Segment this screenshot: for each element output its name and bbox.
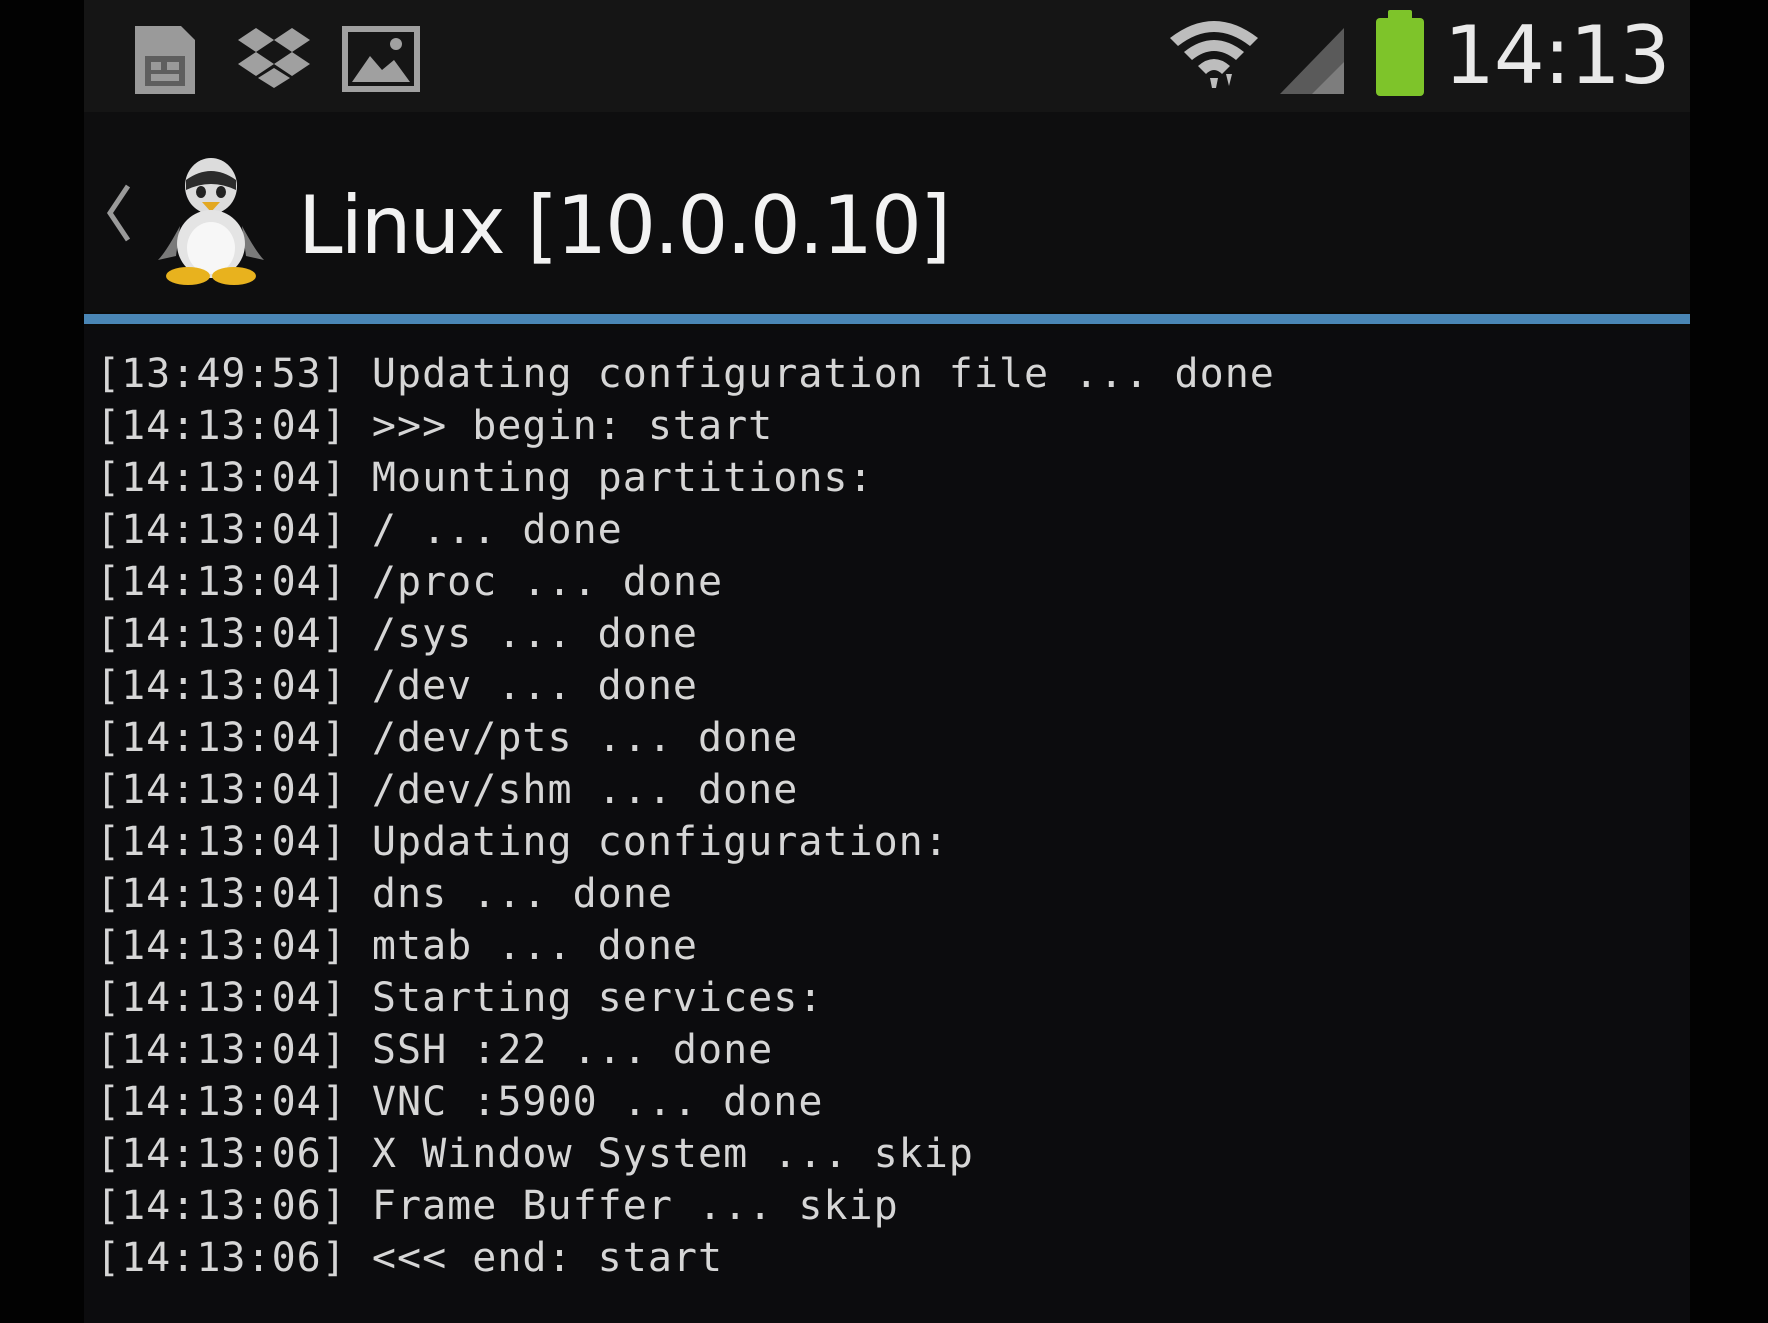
log-time: [14:13:04]	[96, 559, 347, 605]
log-line: [14:13:04] /dev/shm ... done	[96, 764, 1275, 816]
log-time: [14:13:04]	[96, 1079, 347, 1125]
tux-penguin-icon	[158, 158, 264, 285]
log-time: [14:13:04]	[96, 871, 347, 917]
dropbox-icon	[238, 28, 310, 88]
sim-card-icon	[135, 26, 195, 94]
log-message: Mounting partitions:	[371, 455, 874, 501]
log-time: [14:13:06]	[96, 1183, 347, 1229]
back-chevron-icon[interactable]	[102, 182, 132, 244]
log-line: [14:13:04] / ... done	[96, 504, 1275, 556]
log-time: [14:13:06]	[96, 1131, 347, 1177]
log-message: SSH :22 ... done	[371, 1027, 774, 1073]
status-bar: 14:13	[84, 0, 1690, 112]
log-message: VNC :5900 ... done	[371, 1079, 824, 1125]
log-line: [13:49:53] Updating configuration file .…	[96, 348, 1275, 400]
log-time: [14:13:04]	[96, 923, 347, 969]
log-time: [14:13:04]	[96, 507, 347, 553]
log-line: [14:13:04] mtab ... done	[96, 920, 1275, 972]
log-line: [14:13:04] >>> begin: start	[96, 400, 1275, 452]
log-message: / ... done	[371, 507, 623, 553]
log-message: Updating configuration file ... done	[371, 351, 1275, 397]
log-time: [14:13:04]	[96, 767, 347, 813]
log-line: [14:13:04] /sys ... done	[96, 608, 1275, 660]
log-message: >>> begin: start	[371, 403, 774, 449]
log-message: Frame Buffer ... skip	[371, 1183, 899, 1229]
log-line: [14:13:04] SSH :22 ... done	[96, 1024, 1275, 1076]
log-time: [14:13:04]	[96, 715, 347, 761]
app-title: Linux [10.0.0.10]	[298, 179, 951, 272]
log-line: [14:13:06] Frame Buffer ... skip	[96, 1180, 1275, 1232]
log-message: /dev/shm ... done	[371, 767, 799, 813]
log-time: [14:13:04]	[96, 663, 347, 709]
log-time: [14:13:04]	[96, 819, 347, 865]
gallery-icon	[342, 26, 420, 92]
signal-icon	[1280, 28, 1344, 94]
phone-screen: 14:13 Linux [10.0.0.10] [13:49:53] Updat…	[84, 0, 1690, 1323]
log-line: [14:13:04] Updating configuration:	[96, 816, 1275, 868]
log-time: [14:13:04]	[96, 455, 347, 501]
log-message: Updating configuration:	[371, 819, 949, 865]
log-time: [14:13:04]	[96, 1027, 347, 1073]
log-line: [14:13:04] /dev ... done	[96, 660, 1275, 712]
log-message: mtab ... done	[371, 923, 698, 969]
log-line: [14:13:06] <<< end: start	[96, 1232, 1275, 1284]
wifi-icon	[1170, 21, 1258, 88]
log-time: [14:13:04]	[96, 975, 347, 1021]
log-list: [13:49:53] Updating configuration file .…	[96, 348, 1275, 1284]
log-time: [14:13:04]	[96, 403, 347, 449]
log-message: /dev/pts ... done	[371, 715, 799, 761]
log-message: <<< end: start	[371, 1235, 724, 1281]
log-line: [14:13:04] /proc ... done	[96, 556, 1275, 608]
device-frame: 14:13 Linux [10.0.0.10] [13:49:53] Updat…	[0, 0, 1768, 1323]
log-line: [14:13:04] dns ... done	[96, 868, 1275, 920]
log-message: /proc ... done	[371, 559, 724, 605]
status-clock: 14:13	[1444, 9, 1671, 102]
console-output[interactable]: [13:49:53] Updating configuration file .…	[84, 326, 1690, 1323]
log-message: /dev ... done	[371, 663, 698, 709]
log-time: [13:49:53]	[96, 351, 347, 397]
log-message: Starting services:	[371, 975, 824, 1021]
log-message: /sys ... done	[371, 611, 698, 657]
log-line: [14:13:06] X Window System ... skip	[96, 1128, 1275, 1180]
log-time: [14:13:06]	[96, 1235, 347, 1281]
log-message: X Window System ... skip	[371, 1131, 974, 1177]
action-bar[interactable]: Linux [10.0.0.10]	[84, 112, 1690, 312]
battery-icon	[1376, 10, 1424, 96]
log-line: [14:13:04] Mounting partitions:	[96, 452, 1275, 504]
log-message: dns ... done	[371, 871, 673, 917]
log-line: [14:13:04] Starting services:	[96, 972, 1275, 1024]
log-line: [14:13:04] VNC :5900 ... done	[96, 1076, 1275, 1128]
log-time: [14:13:04]	[96, 611, 347, 657]
title-divider	[84, 314, 1690, 324]
log-line: [14:13:04] /dev/pts ... done	[96, 712, 1275, 764]
